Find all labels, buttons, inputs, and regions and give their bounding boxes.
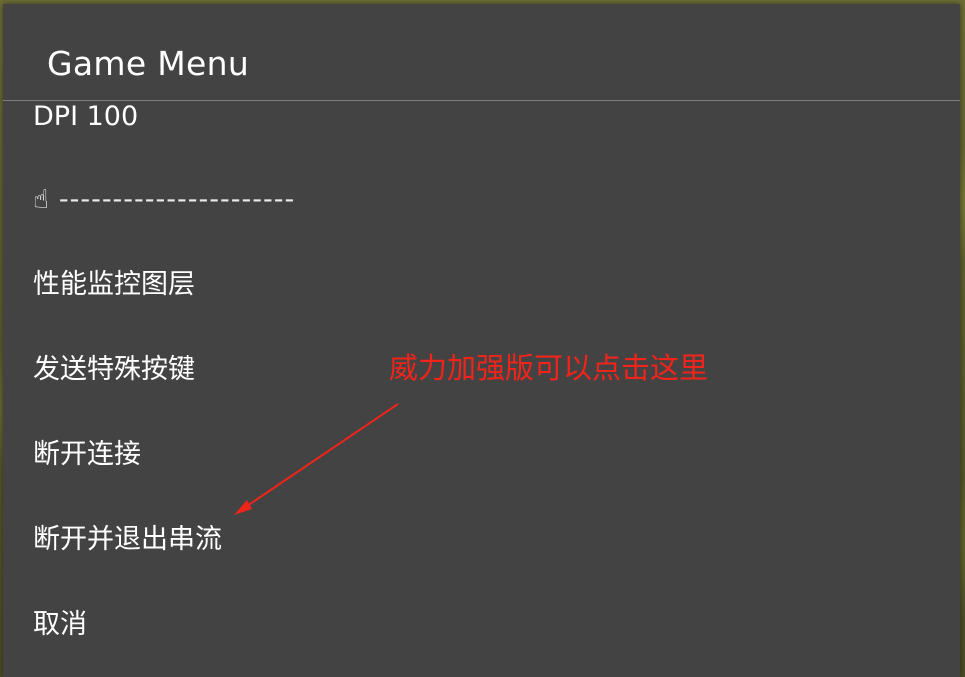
menu-item-label: 发送特殊按键 — [33, 354, 195, 385]
menu-item-label: 性能监控图层 — [33, 269, 195, 300]
menu-item-label: 断开并退出串流 — [33, 524, 222, 555]
menu-item-label: ---------------------- — [58, 184, 296, 215]
menu-item-performance-overlay[interactable]: 性能监控图层 — [3, 243, 960, 327]
menu-item-dpi[interactable]: DPI 100 — [3, 101, 960, 159]
annotation-text: 威力加强版可以点击这里 — [389, 351, 709, 385]
game-menu-dialog: Game Menu DPI 100 ☝ ---------------------… — [3, 4, 960, 677]
menu-item-label: 取消 — [33, 609, 87, 640]
menu-list[interactable]: DPI 100 ☝ ---------------------- 性能监控图层 发… — [3, 101, 960, 677]
menu-item-label: DPI 100 — [33, 101, 139, 132]
pointing-up-hand-icon: ☝ — [33, 185, 49, 215]
dialog-title: Game Menu — [47, 44, 250, 83]
menu-item-label: 断开连接 — [33, 439, 141, 470]
menu-item-separator[interactable]: ☝ ---------------------- — [3, 158, 960, 242]
menu-item-disconnect-and-quit[interactable]: 断开并退出串流 — [3, 498, 960, 582]
menu-item-cancel[interactable]: 取消 — [3, 583, 960, 667]
menu-item-disconnect[interactable]: 断开连接 — [3, 413, 960, 497]
